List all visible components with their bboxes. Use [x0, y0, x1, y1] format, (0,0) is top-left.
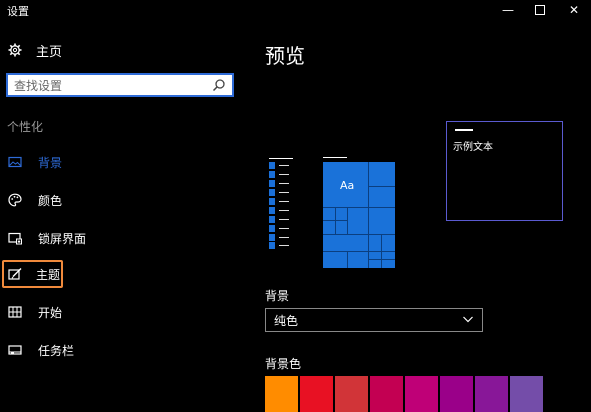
theme-brush-icon [8, 268, 22, 280]
color-swatch[interactable] [510, 376, 543, 412]
palette-icon [8, 193, 22, 207]
sample-text: 示例文本 [453, 142, 493, 153]
sidebar-item-colors[interactable]: 颜色 [2, 186, 242, 214]
section-label: 个性化 [7, 120, 44, 134]
page-title: 预览 [265, 44, 305, 68]
sidebar-item-lock-screen[interactable]: 锁屏界面 [2, 224, 242, 252]
home-label: 主页 [36, 44, 63, 60]
home-nav-item[interactable]: 主页 [8, 40, 62, 60]
search-input[interactable] [8, 76, 210, 96]
main-content: 预览 Aa 示例文本 背景 纯色 背景色 [245, 0, 591, 412]
preview-tile-text: Aa [340, 179, 355, 192]
sidebar-item-taskbar[interactable]: 任务栏 [2, 336, 242, 364]
background-label: 背景 [265, 289, 290, 303]
image-icon [8, 156, 22, 168]
sidebar-item-label: 任务栏 [38, 343, 75, 358]
sidebar-item-start[interactable]: 开始 [2, 298, 242, 326]
color-swatches [265, 376, 545, 412]
search-box [6, 73, 234, 97]
sidebar-item-label: 背景 [38, 155, 63, 170]
preview-tiles: Aa [323, 157, 395, 268]
preview-window: 示例文本 [446, 121, 563, 221]
color-swatch[interactable] [475, 376, 508, 412]
color-swatch[interactable] [370, 376, 403, 412]
sidebar-item-label: 颜色 [38, 193, 63, 208]
gear-icon [8, 43, 22, 57]
search-icon[interactable] [212, 78, 226, 92]
sidebar-item-background[interactable]: 背景 [2, 148, 242, 176]
background-color-label: 背景色 [265, 357, 302, 371]
color-swatch[interactable] [405, 376, 438, 412]
chevron-down-icon [463, 316, 473, 323]
sidebar: 主页 个性化 背景 颜色 锁屏界面 [0, 0, 245, 412]
background-dropdown-value: 纯色 [274, 313, 299, 328]
background-dropdown[interactable]: 纯色 [265, 308, 483, 332]
preview-start-list [269, 158, 293, 249]
color-swatch[interactable] [440, 376, 473, 412]
sidebar-item-label: 锁屏界面 [38, 231, 87, 246]
lock-screen-icon [8, 232, 22, 245]
color-swatch[interactable] [265, 376, 298, 412]
color-swatch[interactable] [300, 376, 333, 412]
sidebar-item-label: 开始 [38, 305, 63, 320]
sidebar-item-themes[interactable]: 主题 [2, 260, 63, 288]
color-swatch[interactable] [335, 376, 368, 412]
taskbar-icon [8, 345, 22, 355]
start-grid-icon [8, 306, 22, 318]
sidebar-item-label: 主题 [36, 267, 61, 282]
